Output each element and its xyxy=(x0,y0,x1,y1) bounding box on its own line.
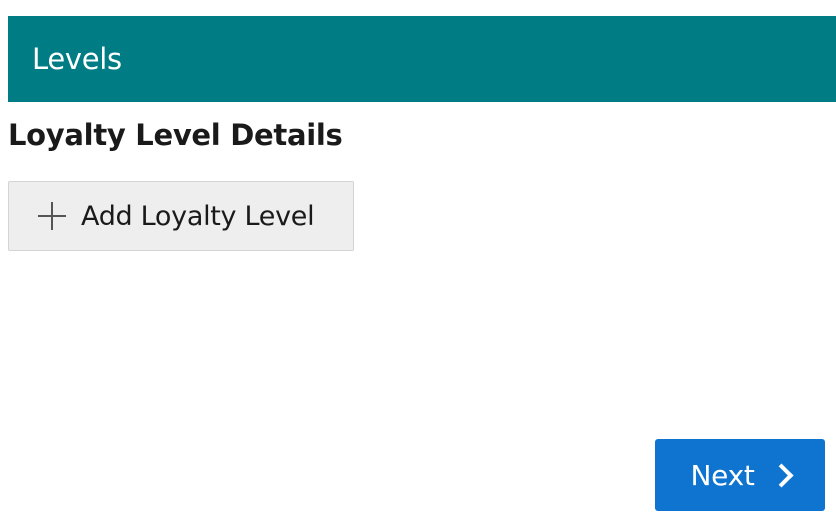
page-title: Levels xyxy=(32,42,122,76)
next-button[interactable]: Next xyxy=(655,439,825,511)
section-title: Loyalty Level Details xyxy=(8,118,343,152)
plus-icon xyxy=(37,201,67,231)
add-loyalty-level-label: Add Loyalty Level xyxy=(81,200,315,232)
next-button-label: Next xyxy=(690,458,755,492)
add-loyalty-level-button[interactable]: Add Loyalty Level xyxy=(8,181,354,251)
header-bar: Levels xyxy=(8,16,836,102)
chevron-right-icon xyxy=(768,463,794,488)
